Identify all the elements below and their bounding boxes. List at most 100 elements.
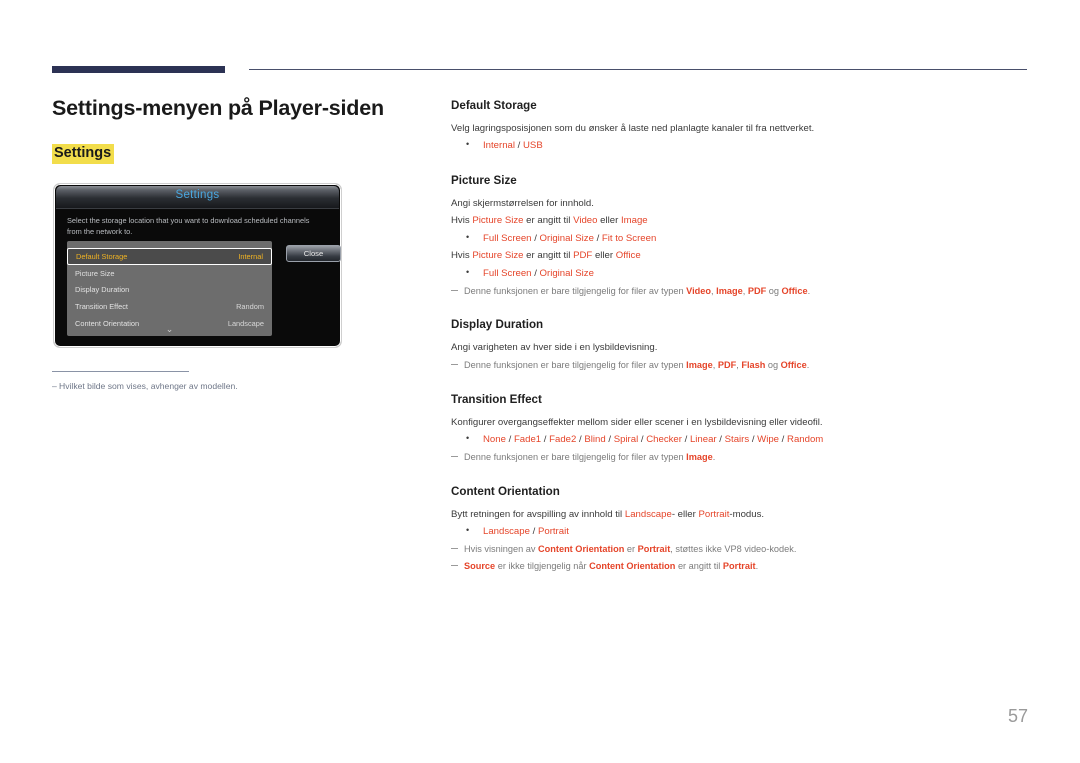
body-pre: Bytt retningen for avspilling av innhold… — [451, 508, 625, 520]
option-blind: Blind — [584, 434, 606, 446]
option-list: None / Fade1 / Fade2 / Blind / Spiral / … — [451, 431, 1031, 448]
option-fit-to-screen: Fit to Screen — [601, 232, 657, 244]
chevron-down-icon[interactable]: ⌄ — [67, 325, 272, 334]
option-random: Random — [787, 434, 824, 446]
option-portrait: Portrait — [537, 526, 569, 538]
option-stairs: Stairs — [724, 434, 750, 446]
osd-row-label: Picture Size — [75, 268, 115, 278]
value-office: Office — [615, 250, 641, 262]
osd-row-default-storage[interactable]: Default Storage Internal — [67, 248, 272, 265]
option-original-size: Original Size — [539, 268, 594, 279]
note-end: . — [806, 359, 810, 370]
close-button[interactable]: Close — [286, 245, 341, 262]
option-full-screen: Full Screen — [483, 268, 532, 279]
term-content-orientation: Content Orientation — [538, 543, 625, 554]
note-pre: Denne funksjonen er bare tilgjengelig fo… — [464, 285, 687, 296]
option-internal: Internal — [483, 140, 515, 152]
section-display-duration: Display Duration Angi varigheten av hver… — [451, 318, 1031, 372]
section-body: Konfigurer overgangseffekter mellom side… — [451, 416, 823, 428]
type-pdf: PDF — [747, 285, 767, 296]
section-note: Denne funksjonen er bare tilgjengelig fo… — [451, 284, 1031, 299]
osd-settings-dialog: Settings Select the storage location tha… — [53, 183, 342, 348]
cond-or: eller — [597, 215, 621, 227]
osd-title: Settings — [175, 189, 220, 201]
option-wipe: Wipe — [757, 434, 780, 446]
option-none: None — [483, 434, 506, 446]
type-image: Image — [686, 359, 713, 370]
value-portrait: Portrait — [637, 543, 671, 554]
osd-row-label: Display Duration — [75, 285, 130, 295]
type-pdf: PDF — [717, 359, 737, 370]
section-heading: Default Storage — [451, 99, 537, 112]
section-subtitle: Settings — [52, 143, 115, 165]
note-and: og — [766, 285, 782, 296]
note-end: . — [807, 285, 811, 296]
type-office: Office — [781, 285, 808, 296]
term-picture-size: Picture Size — [472, 250, 524, 262]
section-default-storage: Default Storage Velg lagringsposisjonen … — [451, 99, 1031, 154]
osd-row-label: Default Storage — [76, 252, 128, 261]
section-content-orientation: Content Orientation Bytt retningen for a… — [451, 485, 1031, 574]
type-office: Office — [780, 359, 807, 370]
option-list-2: Full Screen / Original Size — [451, 265, 1031, 282]
value-video: Video — [573, 215, 598, 227]
section-note-1: Hvis visningen av Content Orientation er… — [451, 542, 1031, 557]
osd-row-value: Internal — [238, 252, 263, 261]
cond-mid: er angitt til — [523, 250, 574, 262]
option-list: Internal / USB — [451, 137, 1031, 154]
section-body: Bytt retningen for avspilling av innhold… — [451, 507, 1031, 523]
figure-note-text: Hvilket bilde som vises, avhenger av mod… — [59, 381, 238, 391]
option-original-size: Original Size — [539, 232, 594, 244]
condition-line-2: Hvis Picture Size er angitt til PDF elle… — [451, 248, 1031, 264]
header-rule-line — [249, 69, 1027, 70]
option-fade2: Fade2 — [549, 434, 577, 446]
right-column: Default Storage Velg lagringsposisjonen … — [451, 99, 1031, 575]
section-body: Angi varigheten av hver side i en lysbil… — [451, 342, 658, 354]
header-rule — [52, 64, 1027, 76]
option-full-screen: Full Screen — [483, 232, 532, 244]
figure-note-rule — [52, 371, 189, 372]
term-content-orientation: Content Orientation — [589, 560, 676, 571]
osd-description: Select the storage location that you wan… — [67, 216, 310, 237]
note-end: . — [755, 560, 759, 571]
osd-row-picture-size[interactable]: Picture Size — [67, 265, 272, 282]
body-mid: - eller — [671, 508, 699, 520]
cond-or: eller — [592, 250, 616, 262]
value-landscape: Landscape — [624, 508, 672, 520]
note-pre: Hvis visningen av — [464, 543, 539, 554]
section-note: Denne funksjonen er bare tilgjengelig fo… — [451, 450, 1031, 465]
option-checker: Checker — [646, 434, 682, 446]
left-column: Settings-menyen på Player-siden Settings — [52, 96, 412, 165]
option-separator: / — [515, 140, 523, 152]
term-picture-size: Picture Size — [472, 215, 524, 227]
osd-row-value: Random — [236, 301, 264, 311]
osd-menu-list[interactable]: Default Storage Internal Picture Size Di… — [67, 241, 272, 336]
note-pre: Denne funksjonen er bare tilgjengelig fo… — [464, 359, 687, 370]
body-end: -modus. — [729, 508, 765, 520]
type-flash: Flash — [741, 359, 766, 370]
figure-note-dash: – — [52, 381, 57, 391]
term-source: Source — [464, 560, 496, 571]
note-end: . — [712, 451, 716, 462]
option-fade1: Fade1 — [513, 434, 542, 446]
section-heading: Display Duration — [451, 318, 544, 332]
option-spiral: Spiral — [613, 434, 639, 446]
section-transition-effect: Transition Effect Konfigurer overgangsef… — [451, 393, 1031, 465]
header-rule-accent — [52, 66, 225, 73]
option-landscape: Landscape — [483, 526, 530, 538]
cond-pre: Hvis — [451, 215, 473, 227]
figure-note: – Hvilket bilde som vises, avhenger av mo… — [52, 380, 392, 392]
value-pdf: PDF — [573, 250, 593, 262]
section-heading: Content Orientation — [451, 484, 560, 498]
value-portrait: Portrait — [698, 508, 730, 520]
value-portrait: Portrait — [722, 560, 756, 571]
section-heading: Transition Effect — [451, 392, 542, 406]
note-mid-1: er ikke tilgjengelig når — [495, 560, 590, 571]
type-image: Image — [686, 451, 713, 462]
section-body: Velg lagringsposisjonen som du ønsker å … — [451, 122, 815, 134]
type-image: Image — [716, 285, 743, 296]
osd-row-display-duration[interactable]: Display Duration — [67, 282, 272, 299]
page-number: 57 — [1007, 706, 1028, 726]
osd-row-transition-effect[interactable]: Transition Effect Random — [67, 298, 272, 315]
note-mid: er — [624, 543, 638, 554]
